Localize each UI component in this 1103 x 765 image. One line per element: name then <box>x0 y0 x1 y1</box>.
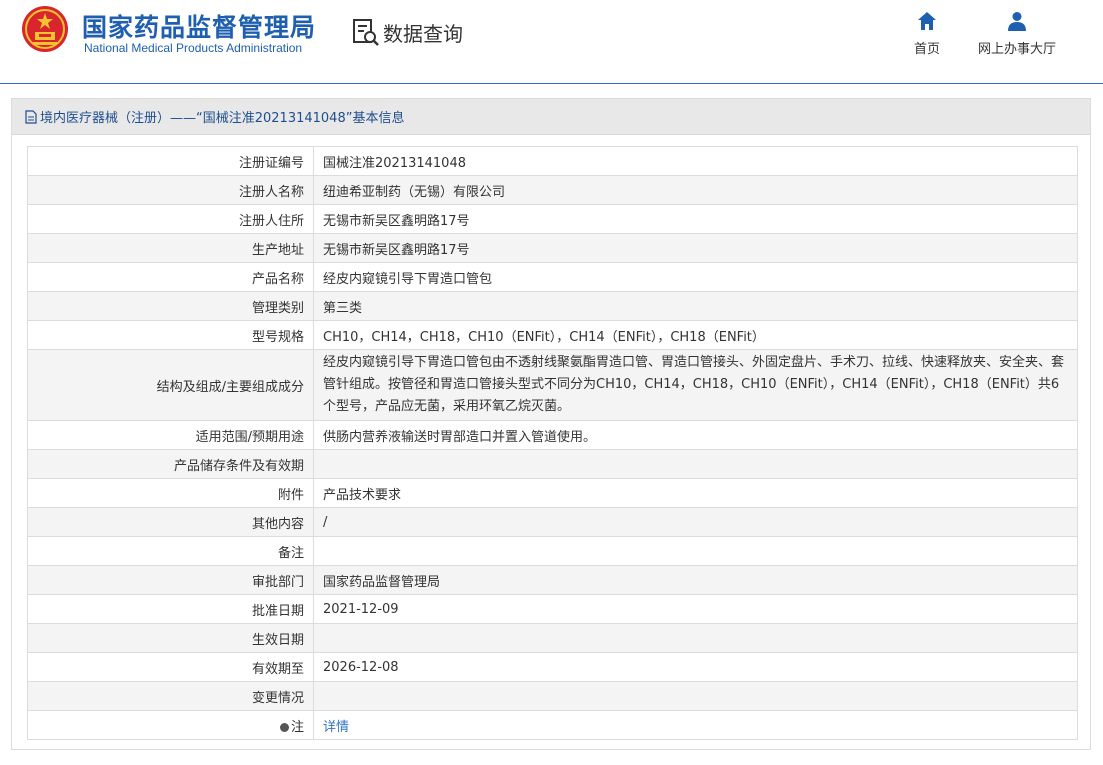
table-row: 生产地址 无锡市新吴区鑫明路17号 <box>27 233 1078 263</box>
panel-title: 境内医疗器械（注册）——“国械注准20213141048”基本信息 <box>40 111 405 126</box>
table-row: 附件 产品技术要求 <box>27 478 1078 508</box>
field-label: 适用范围/预期用途 <box>27 420 314 450</box>
nav-online-hall[interactable]: 网上办事大厅 <box>977 10 1057 57</box>
field-value: 纽迪希亚制药（无锡）有限公司 <box>313 175 1078 205</box>
field-value: 经皮内窥镜引导下胃造口管包 <box>313 262 1078 292</box>
field-label: 批准日期 <box>27 594 314 624</box>
table-row: 有效期至 2026-12-08 <box>27 652 1078 682</box>
field-label: 附件 <box>27 478 314 508</box>
info-table: 注册证编号 国械注准20213141048 注册人名称 纽迪希亚制药（无锡）有限… <box>27 146 1078 740</box>
table-row: 型号规格 CH10，CH14，CH18，CH10（ENFit），CH14（ENF… <box>27 320 1078 350</box>
field-label: 产品储存条件及有效期 <box>27 449 314 479</box>
field-label: 注 <box>290 719 304 735</box>
document-icon <box>25 109 37 124</box>
field-value <box>313 449 1078 479</box>
site-header: 国家药品监督管理局 National Medical Products Admi… <box>0 0 1103 84</box>
brand-name-en: National Medical Products Administration <box>84 41 303 55</box>
table-row: 生效日期 <box>27 623 1078 653</box>
data-query-link[interactable]: 数据查询 <box>351 18 463 46</box>
nav-online-hall-label: 网上办事大厅 <box>977 42 1056 57</box>
table-row: 备注 <box>27 536 1078 566</box>
table-row: 适用范围/预期用途 供肠内营养液输送时胃部造口并置入管道使用。 <box>27 420 1078 450</box>
document-search-icon <box>353 19 379 46</box>
note-value-cell: 详情 <box>313 710 1078 740</box>
table-row: 注册人名称 纽迪希亚制药（无锡）有限公司 <box>27 175 1078 205</box>
field-value: 经皮内窥镜引导下胃造口管包由不透射线聚氨酯胃造口管、胃造口管接头、外固定盘片、手… <box>313 349 1078 421</box>
table-row: 产品储存条件及有效期 <box>27 449 1078 479</box>
field-value <box>313 623 1078 653</box>
field-label: 备注 <box>27 536 314 566</box>
table-row: 批准日期 2021-12-09 <box>27 594 1078 624</box>
field-label: 管理类别 <box>27 291 314 321</box>
field-value: 无锡市新吴区鑫明路17号 <box>313 204 1078 234</box>
field-value <box>313 536 1078 566</box>
table-row: 注册人住所 无锡市新吴区鑫明路17号 <box>27 204 1078 234</box>
nav-home[interactable]: 首页 <box>887 10 967 57</box>
national-emblem-icon[interactable] <box>21 5 69 53</box>
field-label: 注册人住所 <box>27 204 314 234</box>
details-link[interactable]: 详情 <box>323 720 349 735</box>
data-query-label: 数据查询 <box>383 21 463 46</box>
brand-name-cn: 国家药品监督管理局 <box>82 13 317 42</box>
field-value: 供肠内营养液输送时胃部造口并置入管道使用。 <box>313 420 1078 450</box>
table-row: 产品名称 经皮内窥镜引导下胃造口管包 <box>27 262 1078 292</box>
field-label: 有效期至 <box>27 652 314 682</box>
field-label: 审批部门 <box>27 565 314 595</box>
field-label: 注册人名称 <box>27 175 314 205</box>
table-row: 其他内容 / <box>27 507 1078 537</box>
field-value: 国械注准20213141048 <box>313 146 1078 176</box>
table-row: 注册证编号 国械注准20213141048 <box>27 146 1078 176</box>
table-row: 管理类别 第三类 <box>27 291 1078 321</box>
field-value: CH10，CH14，CH18，CH10（ENFit），CH14（ENFit），C… <box>313 320 1078 350</box>
field-value <box>313 681 1078 711</box>
detail-panel: 境内医疗器械（注册）——“国械注准20213141048”基本信息 注册证编号 … <box>11 98 1091 750</box>
field-label: 型号规格 <box>27 320 314 350</box>
nav-home-label: 首页 <box>913 42 940 57</box>
field-value: 无锡市新吴区鑫明路17号 <box>313 233 1078 263</box>
table-row: 注 详情 <box>27 710 1078 740</box>
table-row: 审批部门 国家药品监督管理局 <box>27 565 1078 595</box>
field-label: 注册证编号 <box>27 146 314 176</box>
field-label: 其他内容 <box>27 507 314 537</box>
field-value: 第三类 <box>313 291 1078 321</box>
field-value: 2021-12-09 <box>313 594 1078 624</box>
field-value: 2026-12-08 <box>313 652 1078 682</box>
user-icon <box>1008 12 1026 31</box>
field-value: / <box>313 507 1078 537</box>
table-row: 结构及组成/主要组成成分 经皮内窥镜引导下胃造口管包由不透射线聚氨酯胃造口管、胃… <box>27 349 1078 421</box>
field-label: 变更情况 <box>27 681 314 711</box>
note-dot-icon <box>279 722 289 732</box>
field-value: 国家药品监督管理局 <box>313 565 1078 595</box>
field-value: 产品技术要求 <box>313 478 1078 508</box>
note-label-cell: 注 <box>27 710 314 740</box>
panel-title-bar: 境内医疗器械（注册）——“国械注准20213141048”基本信息 <box>12 99 1090 135</box>
field-label: 结构及组成/主要组成成分 <box>27 349 314 421</box>
home-icon <box>918 12 936 30</box>
table-row: 变更情况 <box>27 681 1078 711</box>
field-label: 产品名称 <box>27 262 314 292</box>
field-label: 生效日期 <box>27 623 314 653</box>
field-label: 生产地址 <box>27 233 314 263</box>
